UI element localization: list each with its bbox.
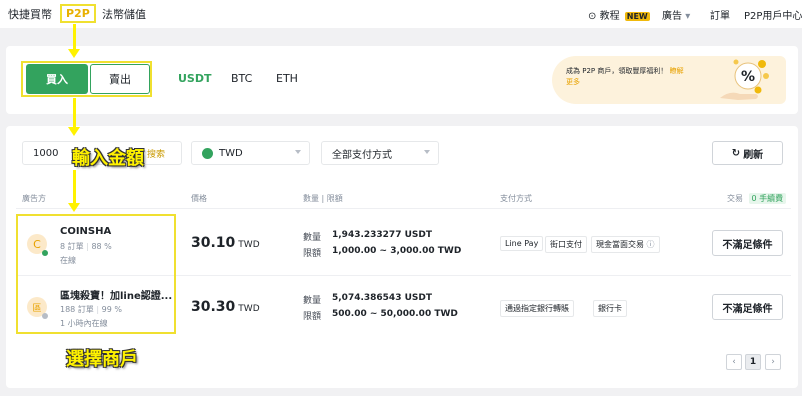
header-advertiser: 廣告方 <box>22 194 46 203</box>
header-limit: 數量 | 限額 <box>303 194 343 203</box>
zero-fee-badge: 0 手續費 <box>748 193 787 204</box>
header-payment: 支付方式 <box>500 194 532 203</box>
currency-select[interactable]: TWD <box>191 141 310 165</box>
nav-ads[interactable]: 廣告 ▾ <box>662 7 690 22</box>
header-trade-label: 交易 <box>727 194 743 203</box>
chevron-down-icon <box>295 150 301 154</box>
order-limit: 500.00 ~ 50,000.00 TWD <box>332 309 458 319</box>
price-value: 30.30 <box>191 299 236 315</box>
twd-flag-icon <box>202 147 213 159</box>
nav-user-center[interactable]: P2P用戶中心 <box>744 7 802 22</box>
next-page-button[interactable]: › <box>765 354 781 370</box>
refresh-icon: ↻ <box>731 147 741 159</box>
divider <box>16 208 791 209</box>
price: 30.30 TWD <box>191 299 260 315</box>
prev-page-button[interactable]: ‹ <box>726 354 742 370</box>
promo-text: 成為 P2P 商戶，領取豐厚福利！ 瞭解更多 <box>566 66 686 88</box>
chevron-down-icon <box>424 150 430 154</box>
price-value: 30.10 <box>191 235 236 251</box>
annotation-highlight-box <box>16 214 176 334</box>
quantity-label: 數量 <box>303 233 322 243</box>
amount-input-value: 1000 <box>33 147 59 159</box>
annotation-arrow-head-icon <box>68 127 80 136</box>
coin-tab-btc[interactable]: BTC <box>231 72 252 85</box>
payment-tag: 現金當面交易 ⓘ <box>591 236 660 253</box>
coin-hand-illustration-icon: % <box>720 59 769 100</box>
trade-button[interactable]: 不滿足條件 <box>712 230 783 256</box>
nav-tutorial[interactable]: ⊙ 教程 NEW <box>588 7 650 22</box>
amount-search-button[interactable]: 搜索 <box>147 147 165 160</box>
page-current[interactable]: 1 <box>745 354 761 370</box>
promo-message: 成為 P2P 商戶，領取豐厚福利！ <box>566 67 668 75</box>
nav-fiat-deposit[interactable]: 法幣儲值 <box>102 6 146 22</box>
nav-ads-label: 廣告 <box>662 11 682 22</box>
payment-tag: 通過指定銀行轉賬 <box>500 300 574 317</box>
annotation-arrow <box>73 170 76 204</box>
header-price: 價格 <box>191 194 207 203</box>
nav-quick-buy[interactable]: 快捷買幣 <box>8 6 52 22</box>
available-quantity: 5,074.386543 USDT <box>332 293 432 303</box>
info-icon[interactable]: ⓘ <box>647 240 655 249</box>
annotation-enter-amount: 輸入金額 <box>72 148 144 169</box>
payment-tag-label: 現金當面交易 <box>596 240 644 249</box>
nav-p2p[interactable]: P2P <box>60 4 96 23</box>
chevron-right-icon: › <box>771 357 775 367</box>
price-currency: TWD <box>238 304 260 314</box>
available-quantity: 1,943.233277 USDT <box>332 230 432 240</box>
payment-method-select[interactable]: 全部支付方式 <box>321 141 439 165</box>
trade-button[interactable]: 不滿足條件 <box>712 294 783 320</box>
order-limit: 1,000.00 ~ 3,000.00 TWD <box>332 246 462 256</box>
limit-label: 限額 <box>303 312 322 322</box>
quantity-label: 數量 <box>303 296 322 306</box>
annotation-arrow <box>73 24 76 50</box>
chevron-left-icon: ‹ <box>732 357 736 367</box>
annotation-select-merchant: 選擇商戶 <box>66 349 138 370</box>
annotation-highlight-box <box>21 61 152 97</box>
nav-orders[interactable]: 訂單 <box>710 7 730 22</box>
currency-select-value: TWD <box>219 147 243 159</box>
payment-tag: 銀行卡 <box>593 300 627 317</box>
payment-tag: 街口支付 <box>545 236 587 253</box>
new-badge: NEW <box>624 12 650 21</box>
nav-tutorial-label: 教程 <box>599 11 620 22</box>
limit-label: 限額 <box>303 249 322 259</box>
annotation-arrow-head-icon <box>68 203 80 212</box>
price: 30.10 TWD <box>191 235 260 251</box>
payment-select-value: 全部支付方式 <box>332 149 392 161</box>
annotation-arrow-head-icon <box>68 49 80 58</box>
coin-tab-usdt[interactable]: USDT <box>178 72 212 85</box>
refresh-label: 刷新 <box>743 149 764 161</box>
svg-text:%: % <box>741 69 755 85</box>
coin-tab-eth[interactable]: ETH <box>276 72 298 85</box>
annotation-arrow <box>73 98 76 128</box>
header-trade: 交易 0 手續費 <box>727 193 787 204</box>
payment-tag: Line Pay <box>500 236 544 251</box>
refresh-button[interactable]: ↻ 刷新 <box>712 141 783 165</box>
chevron-down-icon: ▾ <box>685 11 691 22</box>
help-circle-icon: ⊙ <box>588 11 597 22</box>
price-currency: TWD <box>238 240 260 250</box>
